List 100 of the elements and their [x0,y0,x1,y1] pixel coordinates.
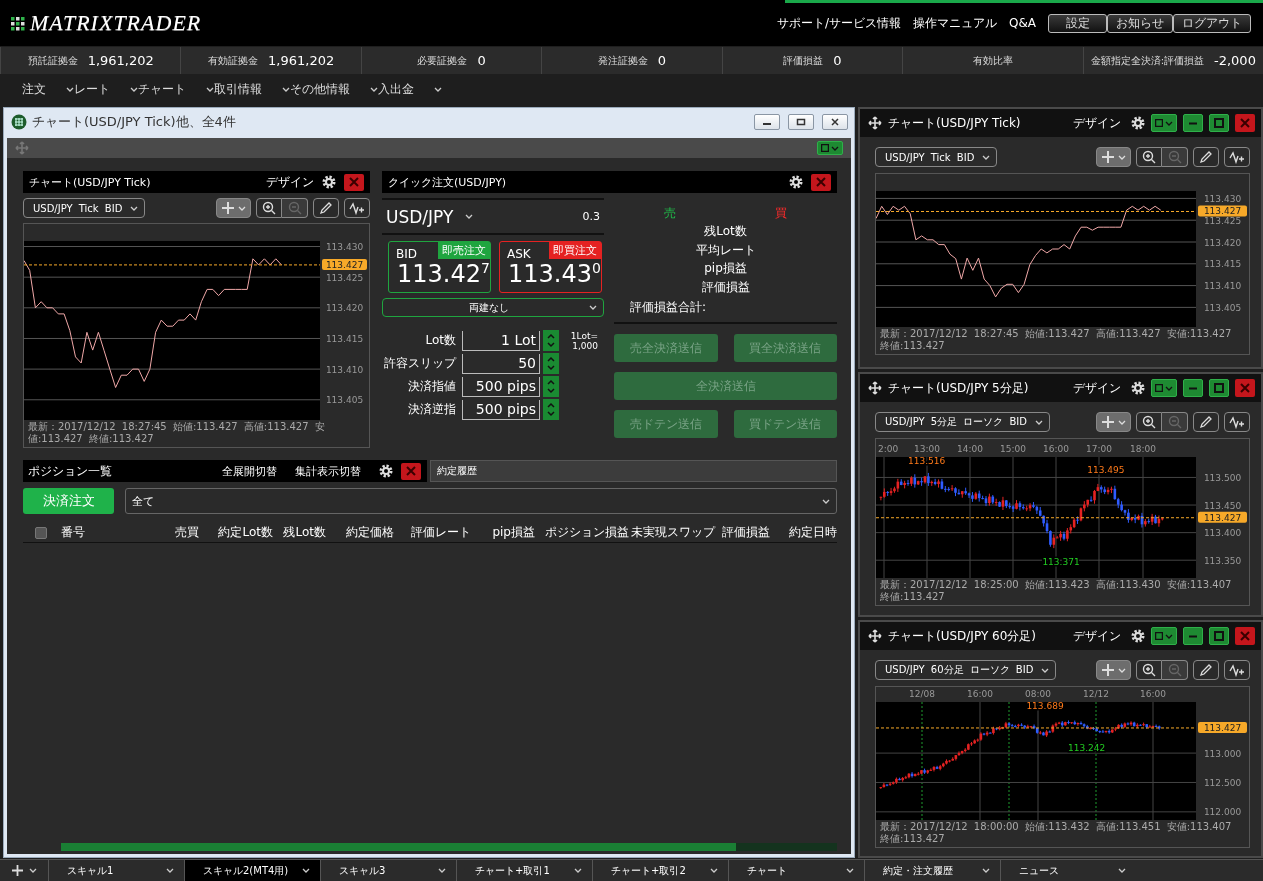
menu-item[interactable]: 注文 [22,81,74,98]
input-field[interactable]: 50 [462,353,540,374]
input-field[interactable]: 500 pips [462,376,540,397]
axis-label: 113.410 [1203,281,1242,292]
column-header: 評価損益 [721,524,770,541]
time-axis-label: 15:00 [1000,444,1026,454]
chart-status: 最新：2017/12/12 18:00:00 始値:113.432 高値:113.451 安値:113.407 終値:113.427 [879,820,1233,846]
account-label: 有効証拠金 [208,53,259,68]
buy-order-button[interactable]: 即買注文 [549,242,601,259]
axis-label: 112.500 [1203,778,1242,788]
header-button[interactable]: ログアウト [1173,13,1251,33]
column-header: 評価レート [410,524,471,541]
symbol-select[interactable]: USD/JPY Tick BID [875,147,998,167]
field-label: 決済指値 [407,378,457,395]
workspace-tab[interactable]: スキャル2(MT4用) [184,860,320,881]
design-link[interactable]: デザイン [1073,379,1121,397]
menu-item[interactable]: チャート [138,81,214,98]
header-link[interactable]: Q&A [1009,16,1036,30]
axis-label: 113.415 [325,333,364,344]
price-badge: 113.427 [1198,511,1247,523]
price-badge: 113.427 [322,258,367,270]
axis-label: 113.430 [325,242,364,252]
time-axis-label: 16:00 [1043,444,1069,454]
price-extreme-label: 113.242 [1068,743,1106,754]
axis-label: 113.500 [1203,472,1242,483]
time-axis-label: 2:00 [878,444,899,454]
price-badge: 113.427 [1198,205,1247,217]
lot-note: 1Lot= 1,000 [569,330,598,351]
menu-item[interactable]: レート [74,81,138,98]
chart-status: 最新：2017/12/12 18:27:45 始値:113.427 高値:113.427 安値:113.427 終値:113.427 [879,327,1233,353]
menu-item[interactable]: その他情報 [290,81,378,98]
account-label: 発注証拠金 [597,53,648,68]
currency-pair-select[interactable]: USD/JPY [386,206,474,227]
panel-title: チャート(USD/JPY Tick) [29,174,152,190]
account-value: 0 [477,53,486,68]
field-label: 決済逆指 [407,401,457,418]
ref-line-label: 113.427 [1203,206,1242,217]
account-value: 0 [833,53,842,68]
account-label: 金額指定全決済:評価損益 [1090,53,1204,68]
history-tab[interactable]: 約定履歴 [430,460,837,482]
axis-label: 112.000 [1203,807,1242,818]
price-extreme-label: 113.689 [1026,702,1064,711]
summary-label: pip損益 [703,260,748,277]
column-header: 約定価格 [345,524,394,541]
design-link[interactable]: デザイン [1073,627,1121,645]
panel-title: チャート(USD/JPY 60分足) [888,627,1037,645]
toggle-link[interactable]: 全展開切替 [222,463,277,479]
axis-label: 113.415 [1203,259,1242,270]
column-header: 残Lot数 [282,524,326,541]
column-header: pip損益 [491,524,535,541]
axis-label: 113.405 [325,395,364,406]
price-extreme-label: 113.371 [1042,557,1080,568]
axis-label: 113.410 [325,364,364,375]
total-label: 評価損益合計: [614,296,837,324]
account-label: 預託証拠金 [27,53,78,68]
account-label: 必要証拠金 [417,53,468,68]
panel-title: チャート(USD/JPY 5分足) [888,379,1030,397]
menu-item[interactable]: 取引情報 [214,81,290,98]
symbol-select[interactable]: USD/JPY 60分足 ローソク BID [875,660,1057,680]
account-value: 0 [657,53,667,68]
header-button[interactable]: 設定 [1048,13,1107,33]
chart-status: 最新：2017/12/12 18:25:00 始値:113.423 高値:113.430 安値:113.407 終値:113.427 [879,578,1233,604]
column-header: 約定日時 [788,524,837,541]
axis-label: 113.425 [1203,215,1242,226]
time-axis-label: 12/08 [909,689,935,699]
field-label: 許容スリップ [383,355,458,372]
header-link[interactable]: 操作マニュアル [913,14,997,32]
column-header: ポジション損益 [544,524,629,541]
panel-title: ポジション一覧 [28,462,113,480]
spread-value: 0.3 [582,210,600,223]
account-label: 評価損益 [783,53,824,68]
header-button[interactable]: お知らせ [1107,13,1173,33]
quote-price: 113.43$^{0}$ [507,262,601,286]
header-link[interactable]: サポート/サービス情報 [776,14,901,32]
column-header: 約定Lot数 [217,524,273,541]
design-link[interactable]: デザイン [1073,114,1121,132]
account-value: -2,000 [1214,53,1256,68]
column-header: 番号 [61,524,86,541]
summary-label: 残Lot数 [703,223,748,240]
toggle-link[interactable]: 集計表示切替 [295,463,361,479]
price-extreme-label: 113.495 [1087,465,1125,476]
input-field[interactable]: 1 Lot [462,330,540,351]
window-title: チャート(USD/JPY Tick)他、全4件 [32,113,237,131]
axis-label: 113.430 [1203,193,1242,204]
input-field[interactable]: 500 pips [462,399,540,420]
column-header: 未実現スワップ [630,524,715,541]
menu-item[interactable]: 入出金 [378,81,442,98]
buy-heading: 買 [775,205,788,222]
symbol-select[interactable]: USD/JPY Tick BID [23,198,146,218]
filter-select[interactable]: 全て [125,488,837,514]
axis-label: 113.400 [1203,528,1242,539]
symbol-select[interactable]: USD/JPY 5分足 ローソク BID [875,412,1050,432]
price-extreme-label: 113.516 [908,457,946,466]
app-logo: MATRIXTRADER [30,10,202,36]
sell-heading: 売 [663,205,676,222]
hedge-select[interactable]: 両建なし [382,298,604,317]
account-label: 有効比率 [972,53,1013,68]
design-link[interactable]: デザイン [266,173,314,191]
axis-label: 113.420 [325,303,364,314]
quote-label: BID [395,246,417,261]
